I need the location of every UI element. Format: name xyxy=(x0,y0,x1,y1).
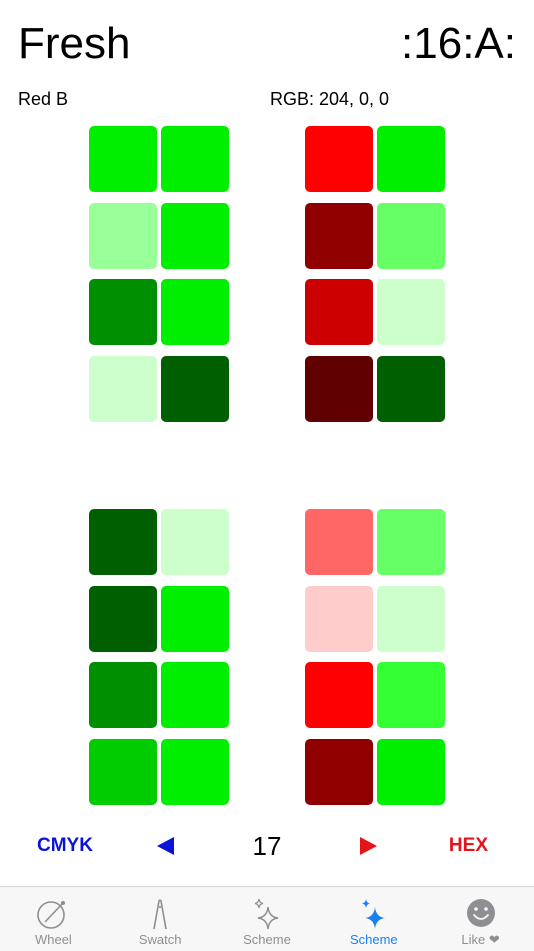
color-swatch[interactable] xyxy=(305,126,373,192)
color-swatch[interactable] xyxy=(305,509,373,575)
swatch-group-top-left xyxy=(89,126,229,422)
tab-scheme-filled[interactable]: Scheme xyxy=(320,887,427,951)
smiley-icon xyxy=(466,899,495,927)
tab-wheel[interactable]: Wheel xyxy=(0,887,107,951)
color-swatch[interactable] xyxy=(305,279,373,345)
tab-label: Like ❤ xyxy=(461,932,500,947)
color-swatch[interactable] xyxy=(305,355,373,422)
cmyk-button[interactable]: CMYK xyxy=(37,826,93,866)
color-name: Red B xyxy=(18,89,69,109)
color-swatch[interactable] xyxy=(377,202,445,269)
color-swatch[interactable] xyxy=(161,355,229,422)
tab-label: Scheme xyxy=(349,932,398,947)
swatch-icon xyxy=(153,899,167,930)
swatch-group-top-right xyxy=(305,126,445,422)
color-swatch[interactable] xyxy=(161,509,229,575)
previous-arrow-icon[interactable] xyxy=(157,837,174,855)
hex-button[interactable]: HEX xyxy=(449,826,488,866)
color-swatch[interactable] xyxy=(161,126,229,192)
swatch-group-bottom-right xyxy=(305,509,445,805)
color-swatch[interactable] xyxy=(89,662,157,728)
color-swatch[interactable] xyxy=(89,355,157,422)
color-swatch[interactable] xyxy=(161,738,229,805)
scheme-controls: CMYK 17 HEX xyxy=(0,826,534,866)
tab-label: Wheel xyxy=(34,932,72,947)
color-swatch[interactable] xyxy=(161,279,229,345)
wheel-icon xyxy=(37,901,66,929)
app-title: Fresh xyxy=(18,19,131,68)
color-swatch[interactable] xyxy=(89,202,157,269)
color-swatch[interactable] xyxy=(161,202,229,269)
tab-scheme-outline[interactable]: Scheme xyxy=(214,887,321,951)
color-swatch[interactable] xyxy=(377,585,445,652)
tab-label: Scheme xyxy=(243,932,291,947)
color-swatch[interactable] xyxy=(377,355,445,422)
tab-bar: Wheel Swatch Scheme Scheme Like ❤ xyxy=(0,886,534,951)
sparkle-outline-icon xyxy=(254,898,279,930)
color-swatch[interactable] xyxy=(89,738,157,805)
color-swatch[interactable] xyxy=(89,279,157,345)
tab-label: Swatch xyxy=(138,932,182,947)
color-swatch[interactable] xyxy=(305,202,373,269)
tab-like[interactable]: Like ❤ xyxy=(427,887,534,951)
color-swatch[interactable] xyxy=(89,509,157,575)
color-swatch[interactable] xyxy=(377,279,445,345)
color-swatch[interactable] xyxy=(305,738,373,805)
next-arrow-icon[interactable] xyxy=(360,837,377,855)
color-swatch[interactable] xyxy=(161,662,229,728)
sparkle-filled-icon xyxy=(361,899,385,929)
color-swatch[interactable] xyxy=(377,509,445,575)
swatch-group-bottom-left xyxy=(89,509,229,805)
rgb-value: RGB: 204, 0, 0 xyxy=(270,89,390,109)
tab-swatch[interactable]: Swatch xyxy=(107,887,214,951)
color-swatch[interactable] xyxy=(89,126,157,192)
color-swatch[interactable] xyxy=(377,126,445,192)
color-swatch[interactable] xyxy=(377,662,445,728)
color-swatch[interactable] xyxy=(89,585,157,652)
scheme-code: :16:A: xyxy=(401,19,516,68)
color-swatch[interactable] xyxy=(305,662,373,728)
color-swatch[interactable] xyxy=(377,738,445,805)
color-swatch[interactable] xyxy=(161,585,229,652)
color-swatch[interactable] xyxy=(305,585,373,652)
